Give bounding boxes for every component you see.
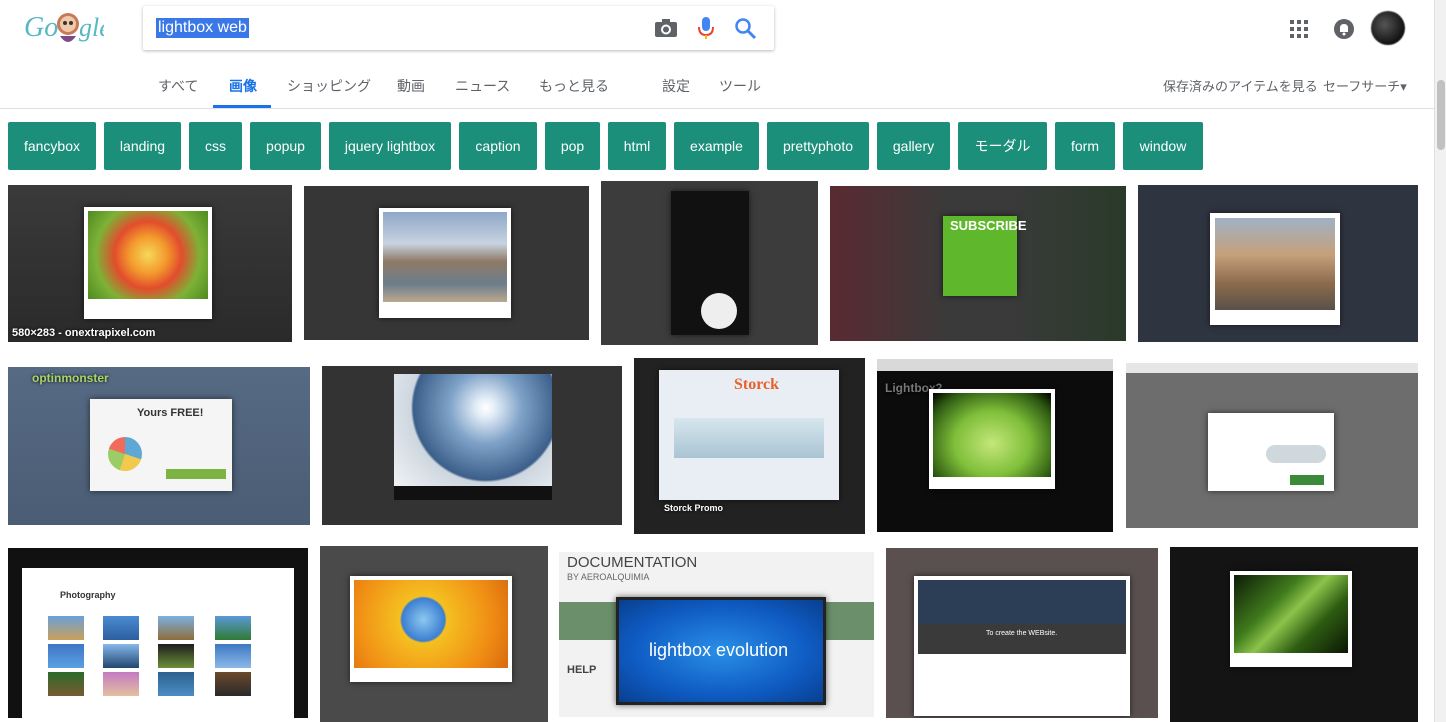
- search-tabs: すべて 画像 ショッピング 動画 ニュース もっと見る 設定 ツール 保存済みの…: [0, 66, 1434, 108]
- image-result[interactable]: optinmonster Yours FREE!: [8, 367, 310, 525]
- google-doodle-logo[interactable]: Go gle: [24, 6, 104, 48]
- page-scrollbar[interactable]: [1434, 0, 1446, 722]
- image-result[interactable]: [304, 186, 589, 340]
- safe-search-dropdown[interactable]: セーフサーチ▾: [1323, 76, 1407, 95]
- chip[interactable]: html: [608, 122, 666, 170]
- image-caption: 580×283 - onextrapixel.com: [12, 327, 156, 339]
- search-icon[interactable]: [733, 16, 757, 40]
- chip[interactable]: popup: [250, 122, 321, 170]
- help-text: HELP: [567, 664, 597, 676]
- chip[interactable]: gallery: [877, 122, 950, 170]
- chip[interactable]: prettyphoto: [767, 122, 869, 170]
- subscribe-text: SUBSCRIBE: [950, 218, 1027, 233]
- svg-text:Go: Go: [24, 12, 58, 43]
- chip[interactable]: form: [1055, 122, 1115, 170]
- storck-promo-text: Storck Promo: [664, 503, 724, 513]
- search-box[interactable]: lightbox web: [143, 6, 774, 50]
- tab-videos[interactable]: 動画: [397, 76, 425, 96]
- chip[interactable]: caption: [459, 122, 537, 170]
- yours-free-text: Yours FREE!: [137, 407, 204, 419]
- svg-text:gle: gle: [79, 13, 104, 42]
- tab-more[interactable]: もっと見る: [539, 76, 609, 96]
- image-result[interactable]: DOCUMENTATION BY AEROALQUIMIA HELP light…: [559, 552, 874, 717]
- notifications-icon[interactable]: [1333, 18, 1355, 40]
- chip[interactable]: pop: [545, 122, 600, 170]
- tab-shopping[interactable]: ショッピング: [287, 76, 371, 96]
- tab-tools[interactable]: ツール: [719, 76, 761, 96]
- create-website-text: To create the WEBsite.: [986, 630, 1058, 637]
- storck-text: Storck: [734, 376, 780, 393]
- header: Go gle lightbox web: [0, 0, 1434, 109]
- saved-items-link[interactable]: 保存済みのアイテムを見る: [1163, 76, 1318, 95]
- apps-grid-icon[interactable]: [1290, 20, 1308, 38]
- search-input[interactable]: lightbox web: [156, 18, 249, 38]
- chip[interactable]: css: [189, 122, 242, 170]
- image-result[interactable]: [601, 181, 818, 345]
- tab-images[interactable]: 画像: [229, 76, 257, 96]
- image-result[interactable]: Storck Storck Promo: [634, 358, 865, 534]
- tab-news[interactable]: ニュース: [455, 76, 510, 96]
- image-result[interactable]: 580×283 - onextrapixel.com: [8, 185, 292, 342]
- optinmonster-text: optinmonster: [32, 371, 109, 385]
- image-result[interactable]: SUBSCRIBE: [830, 186, 1126, 341]
- lightbox-evolution-text: lightbox evolution: [649, 640, 789, 660]
- image-result[interactable]: Photography: [8, 548, 308, 718]
- chip[interactable]: example: [674, 122, 759, 170]
- chip[interactable]: モーダル: [958, 122, 1047, 170]
- documentation-text: DOCUMENTATION: [567, 554, 698, 571]
- chip[interactable]: landing: [104, 122, 181, 170]
- google-images-page: Go gle lightbox web: [0, 0, 1446, 722]
- chip[interactable]: window: [1123, 122, 1203, 170]
- microphone-icon[interactable]: [696, 16, 716, 40]
- image-result[interactable]: [1126, 363, 1418, 528]
- image-result[interactable]: [320, 546, 548, 722]
- image-result[interactable]: [322, 366, 622, 525]
- camera-icon[interactable]: [654, 18, 678, 38]
- active-tab-indicator: [213, 105, 271, 108]
- chip[interactable]: fancybox: [8, 122, 96, 170]
- image-result[interactable]: Lightbox2: [877, 359, 1113, 532]
- tab-all[interactable]: すべて: [158, 76, 198, 96]
- image-result[interactable]: [1138, 185, 1418, 342]
- image-result[interactable]: To create the WEBsite.: [886, 548, 1158, 718]
- photography-text: Photography: [60, 590, 116, 600]
- account-avatar[interactable]: [1371, 11, 1405, 45]
- tab-settings[interactable]: 設定: [662, 76, 690, 96]
- chip[interactable]: jquery lightbox: [329, 122, 451, 170]
- by-text: BY AEROALQUIMIA: [567, 572, 650, 582]
- scrollbar-thumb[interactable]: [1437, 80, 1445, 150]
- image-result[interactable]: [1170, 547, 1418, 722]
